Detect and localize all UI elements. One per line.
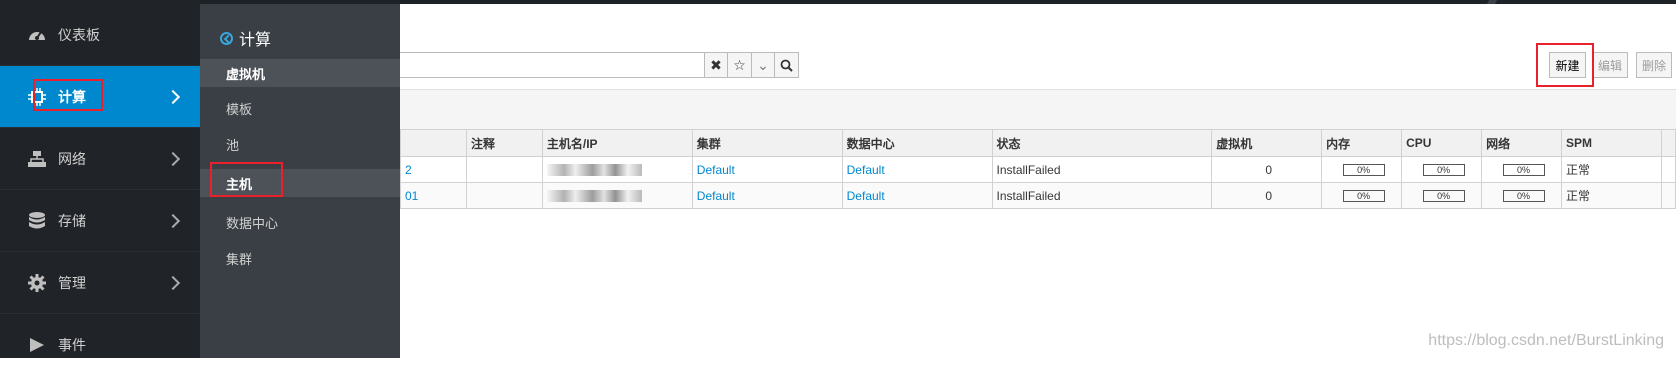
dashboard-icon [26,24,48,46]
watermark: https://blog.csdn.net/BurstLinking [1428,332,1664,350]
flag-icon [26,334,48,356]
submenu-title[interactable]: 计算 [220,26,271,50]
host-vm-count: 0 [1212,183,1322,209]
column-header-memory[interactable]: 内存 [1322,130,1402,157]
nav-label: 网络 [58,149,86,169]
column-header-network[interactable]: 网络 [1482,130,1562,157]
table-row[interactable]: 01 Default Default InstallFailed 0 0% 0%… [401,183,1676,209]
delete-button[interactable]: 删除 [1636,52,1672,78]
nav-label: 事件 [58,335,86,355]
highlight-box [1536,43,1594,87]
submenu-item-datacenters[interactable]: 数据中心 [200,208,400,236]
table-row[interactable]: 2 Default Default InstallFailed 0 0% 0% … [401,157,1676,183]
nav-label: 仪表板 [58,25,100,45]
column-header-status[interactable]: 状态 [992,130,1212,157]
host-address [542,183,692,209]
table-toolbar [400,89,1676,129]
chevron-right-icon [166,151,180,165]
column-header-cluster[interactable]: 集群 [692,130,842,157]
nav-item-dashboard[interactable]: 仪表板 [0,4,200,66]
gear-icon [26,272,48,294]
column-header-spm[interactable]: SPM [1562,130,1662,157]
cpu-usage-bar: 0% [1423,164,1465,176]
column-header-datacenter[interactable]: 数据中心 [842,130,992,157]
nav-item-network[interactable]: 网络 [0,128,200,190]
chevron-right-icon [166,275,180,289]
network-icon [26,148,48,170]
highlight-box [210,162,283,197]
memory-usage-bar: 0% [1343,190,1385,202]
collapse-icon[interactable] [220,32,233,45]
host-comment [466,183,542,209]
cpu-usage-bar: 0% [1423,190,1465,202]
network-usage-bar: 0% [1503,190,1545,202]
storage-icon [26,210,48,232]
host-status: InstallFailed [992,183,1212,209]
host-spm: 正常 [1562,183,1662,209]
primary-nav: 仪表板 计算 网络 存储 管理 事件 [0,0,200,358]
cluster-link[interactable]: Default [697,189,735,203]
memory-usage-bar: 0% [1343,164,1385,176]
chevron-right-icon [166,89,180,103]
nav-label: 存储 [58,211,86,231]
table-header-row: 注释 主机名/IP 集群 数据中心 状态 虚拟机 内存 CPU 网络 SPM [401,130,1676,157]
host-vm-count: 0 [1212,157,1322,183]
host-spm: 正常 [1562,157,1662,183]
host-name-link[interactable]: 2 [405,163,412,177]
bookmark-button[interactable]: ☆ [727,52,752,78]
column-header-vms[interactable]: 虚拟机 [1212,130,1322,157]
datacenter-link[interactable]: Default [847,163,885,177]
column-header-comment[interactable]: 注释 [466,130,542,157]
datacenter-link[interactable]: Default [847,189,885,203]
edit-button[interactable]: 编辑 [1592,52,1628,78]
submenu-item-pools[interactable]: 池 [200,130,400,158]
network-usage-bar: 0% [1503,164,1545,176]
host-address [542,157,692,183]
column-header-spacer [1661,130,1675,157]
search-button[interactable] [774,52,799,78]
submenu-item-vms[interactable]: 虚拟机 [200,59,400,87]
host-comment [466,157,542,183]
highlight-box [33,79,103,111]
cluster-link[interactable]: Default [697,163,735,177]
search-icon [780,59,793,72]
search-input[interactable] [400,52,705,78]
nav-label: 管理 [58,273,86,293]
host-status: InstallFailed [992,157,1212,183]
submenu-item-clusters[interactable]: 集群 [200,244,400,272]
column-header-cpu[interactable]: CPU [1402,130,1482,157]
clear-search-button[interactable]: ✖ [704,52,728,78]
nav-item-storage[interactable]: 存储 [0,190,200,252]
column-header-name[interactable] [401,130,467,157]
host-name-link[interactable]: 01 [405,189,418,203]
nav-item-events[interactable]: 事件 [0,314,200,376]
nav-item-admin[interactable]: 管理 [0,252,200,314]
search-dropdown-button[interactable]: ⌄ [751,52,775,78]
chevron-right-icon [166,213,180,227]
hosts-table: 注释 主机名/IP 集群 数据中心 状态 虚拟机 内存 CPU 网络 SPM 2… [400,129,1676,209]
submenu-item-templates[interactable]: 模板 [200,94,400,122]
column-header-hostname[interactable]: 主机名/IP [542,130,692,157]
